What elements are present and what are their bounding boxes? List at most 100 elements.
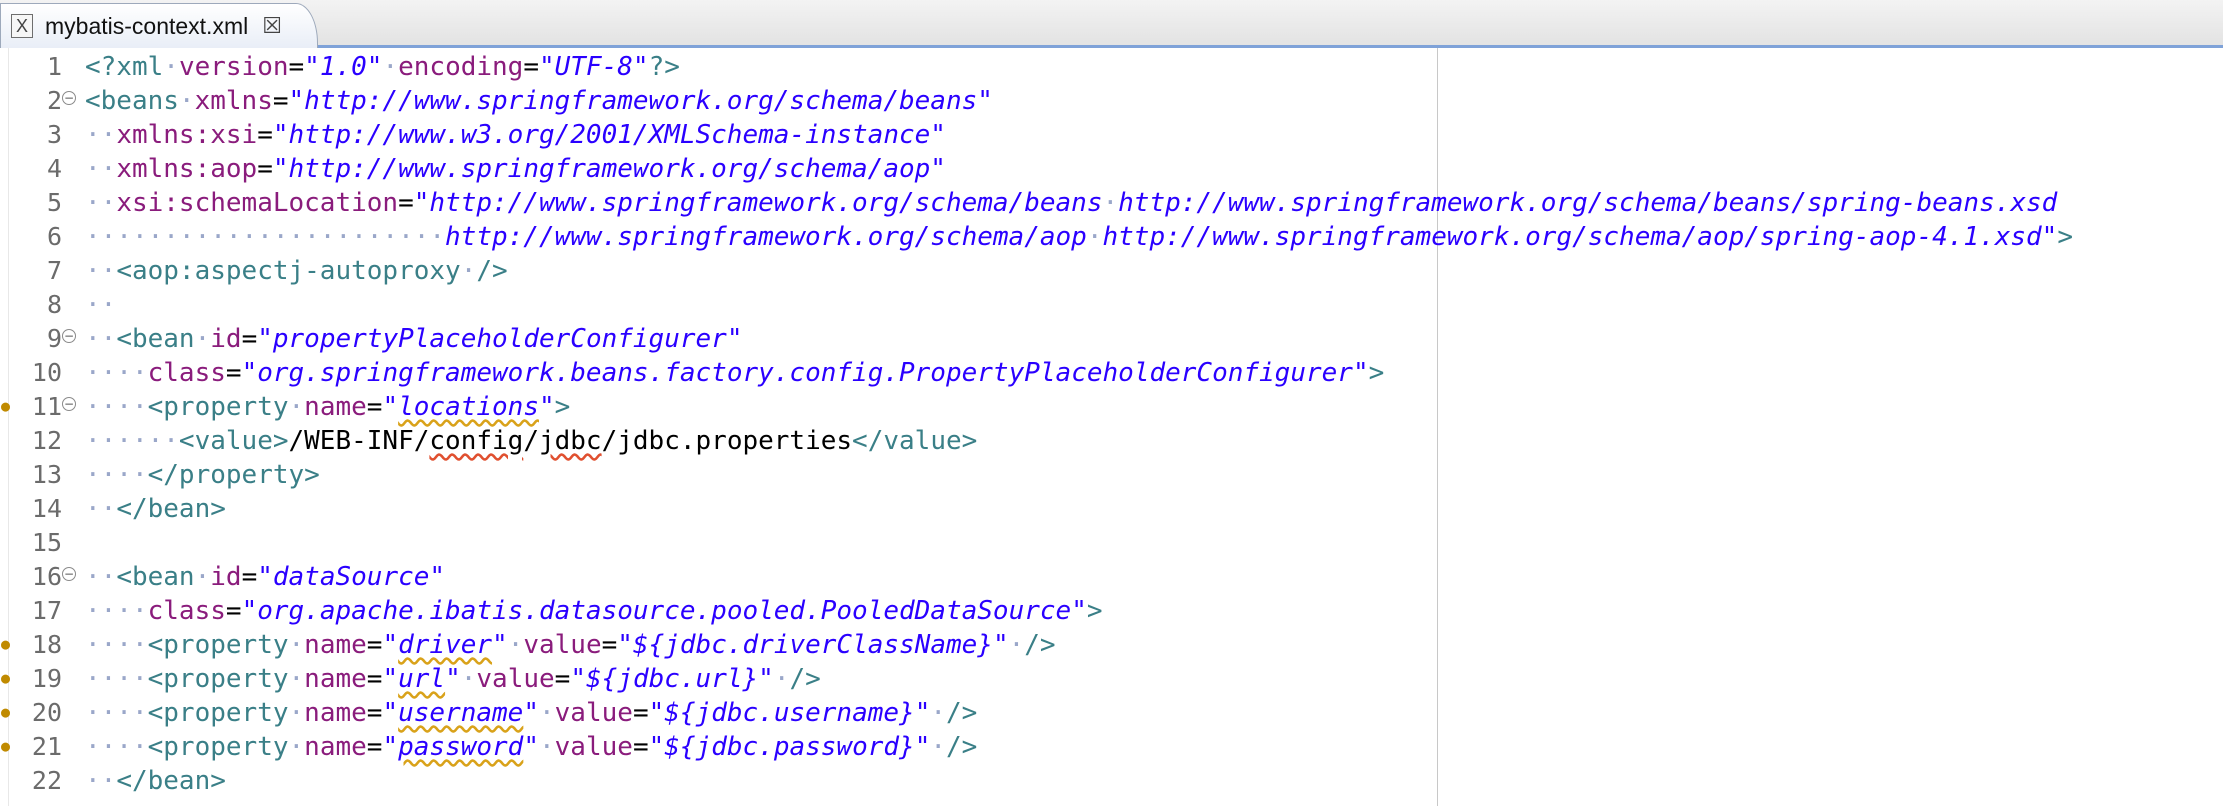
code-token: " [523, 732, 539, 762]
code-token: > [554, 392, 571, 422]
code-token: id [210, 562, 242, 592]
code-text: ······················· http://www.spring… [85, 220, 2073, 254]
code-text: ····class="org.apache.ibatis.datasource.… [85, 594, 1103, 628]
code-line[interactable]: 5 ··xsi:schemaLocation="http://www.spring… [0, 186, 2223, 220]
code-token: ·· [85, 324, 117, 354]
code-token: = [554, 664, 571, 694]
code-token: · [288, 392, 305, 422]
code-token: "propertyPlaceholderConfigurer" [257, 324, 743, 354]
line-number: 3 [46, 120, 62, 149]
code-token: · [288, 630, 305, 660]
code-text: ··</bean> [85, 492, 226, 526]
line-number: 1 [46, 52, 62, 81]
code-text: ····<property·name="url"·value="${jdbc.u… [85, 662, 821, 696]
code-line[interactable]: 12 ······<value>/WEB-INF/config/jdbc/jdbc… [0, 424, 2223, 458]
code-token: version [178, 52, 289, 82]
code-token: ···· [85, 630, 148, 660]
code-token: = [632, 698, 649, 728]
code-token: · [930, 698, 947, 728]
code-token: · [194, 562, 211, 592]
line-number: 13 [31, 460, 62, 489]
code-line[interactable]: 8 ·· [0, 288, 2223, 322]
code-text: ····</property> [85, 458, 320, 492]
line-number: 6 [46, 222, 62, 251]
fold-collapse-icon[interactable]: − [62, 91, 76, 105]
code-token: http://www.springframework.org/schema/ao… [1102, 222, 2058, 252]
code-token: · [539, 732, 555, 762]
code-token: = [257, 120, 273, 150]
code-token: > [1086, 596, 1103, 626]
code-line[interactable]: 7 ··<aop:aspectj-autoproxy·/> [0, 254, 2223, 288]
code-token: " [382, 630, 399, 660]
code-line[interactable]: ● 19 ····<property·name="url"·value="${jdb… [0, 662, 2223, 696]
code-token: = [366, 664, 383, 694]
fold-collapse-icon[interactable]: − [62, 397, 76, 411]
code-token: name [304, 698, 367, 728]
code-token: ······················· [85, 222, 446, 252]
code-token: = [366, 698, 383, 728]
code-token: locations [398, 392, 539, 422]
line-number: 19 [31, 664, 62, 693]
code-token: = [225, 358, 242, 388]
code-token: name [304, 630, 367, 660]
line-number: 18 [31, 630, 62, 659]
code-token: = [288, 52, 305, 82]
code-line[interactable]: 13 ····</property> [0, 458, 2223, 492]
code-line[interactable]: 2− <beans·xmlns="http://www.springframewo… [0, 84, 2223, 118]
code-token: "${jdbc.username}" [648, 698, 931, 728]
fold-collapse-icon[interactable]: − [62, 329, 76, 343]
code-line[interactable]: 10 ····class="org.springframework.beans.f… [0, 356, 2223, 390]
code-token: · [539, 698, 555, 728]
code-text: ··<bean·id="dataSource" [85, 560, 445, 594]
close-icon[interactable]: ☒ [262, 13, 282, 39]
code-token: · [178, 86, 195, 116]
xml-editor[interactable]: 1 <?xml·version="1.0"·encoding="UTF-8"?> 2… [0, 48, 2223, 806]
code-text: ····<property·name="locations"> [85, 390, 570, 424]
code-line[interactable]: ● 18 ····<property·name="driver"·value="${… [0, 628, 2223, 662]
line-number: 16 [31, 562, 62, 591]
code-line[interactable]: 1 <?xml·version="1.0"·encoding="UTF-8"?> [0, 50, 2223, 84]
code-line[interactable]: 16− ··<bean·id="dataSource" [0, 560, 2223, 594]
code-token: "http://www.springframework.org/schema/a… [272, 154, 946, 184]
tab-title: mybatis-context.xml [45, 12, 249, 39]
code-line[interactable]: 3 ··xmlns:xsi="http://www.w3.org/2001/XML… [0, 118, 2223, 152]
code-line[interactable]: 9− ··<bean·id="propertyPlaceholderConfigu… [0, 322, 2223, 356]
code-token: "dataSource" [257, 562, 446, 592]
code-text: ·· [85, 288, 116, 322]
code-line[interactable]: 6 ······················· http://www.sprin… [0, 220, 2223, 254]
code-line[interactable]: 14 ··</bean> [0, 492, 2223, 526]
code-token: "${jdbc.url}" [570, 664, 774, 694]
code-token: "org.apache.ibatis.datasource.pooled.Poo… [241, 596, 1087, 626]
code-text: ····<property·name="password"·value="${j… [85, 730, 977, 764]
editor-tab-mybatis-context[interactable]: X mybatis-context.xml ☒ [0, 3, 318, 48]
code-token: · [460, 256, 477, 286]
code-token: <bean [116, 324, 195, 354]
code-line[interactable]: 15 [0, 526, 2223, 560]
code-token: ·· [85, 766, 117, 796]
code-token: "${jdbc.password}" [648, 732, 931, 762]
code-token: ·· [85, 154, 117, 184]
code-token: · [930, 732, 947, 762]
xml-file-icon: X [11, 14, 33, 38]
line-number: 10 [31, 358, 62, 387]
code-token: /> [476, 256, 508, 286]
code-token: · [382, 52, 399, 82]
code-line[interactable]: 17 ····class="org.apache.ibatis.datasourc… [0, 594, 2223, 628]
code-line[interactable]: ● 21 ····<property·name="password"·value="… [0, 730, 2223, 764]
code-line[interactable]: 22 ··</bean> [0, 764, 2223, 798]
code-token: "http://www.springframework.org/schema/b… [288, 86, 993, 116]
code-token: </value> [852, 426, 978, 456]
code-text: <beans·xmlns="http://www.springframework… [85, 84, 993, 118]
code-line[interactable]: ● 11− ····<property·name="locations"> [0, 390, 2223, 424]
code-token: name [304, 392, 367, 422]
code-text: ··</bean> [85, 764, 226, 798]
line-number: 14 [31, 494, 62, 523]
code-token: ·· [85, 188, 117, 218]
code-line[interactable]: 4 ··xmlns:aop="http://www.springframework… [0, 152, 2223, 186]
code-line[interactable]: ● 20 ····<property·name="username"·value="… [0, 696, 2223, 730]
code-token: xmlns:xsi [116, 120, 258, 150]
code-token: ···· [85, 358, 148, 388]
code-token: / [523, 426, 539, 456]
code-token: /> [946, 732, 978, 762]
fold-collapse-icon[interactable]: − [62, 567, 76, 581]
